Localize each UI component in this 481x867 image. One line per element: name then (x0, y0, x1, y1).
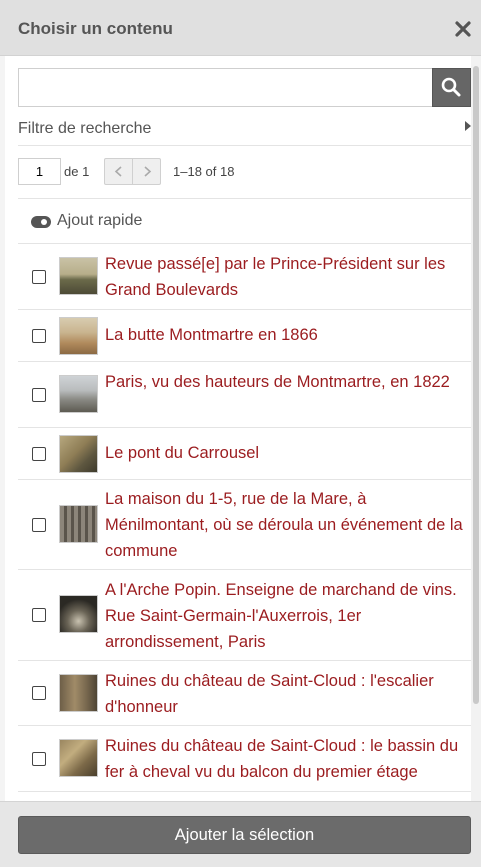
item-thumbnail (59, 257, 98, 295)
item-title-link[interactable]: Ruines du château de Saint-Cloud : le ba… (105, 733, 465, 785)
prev-page-button[interactable] (105, 159, 133, 184)
modal-title: Choisir un contenu (18, 19, 173, 38)
item-thumbnail (59, 317, 98, 355)
item-checkbox[interactable] (32, 270, 46, 284)
item-title-link[interactable]: Ruines du château de Saint-Cloud : l'esc… (105, 668, 465, 720)
search-icon (441, 77, 461, 97)
search-input[interactable] (18, 68, 433, 107)
item-checkbox[interactable] (32, 686, 46, 700)
item-thumbnail (59, 595, 98, 633)
filter-label: Filtre de recherche (18, 120, 152, 137)
search-button[interactable] (432, 68, 471, 107)
search-bar (18, 68, 471, 107)
item-thumbnail (59, 674, 98, 712)
page-nav (104, 158, 161, 185)
list-item: Le pont du Carrousel (18, 428, 471, 480)
content-panel: Filtre de recherche de 1 1–18 of 18 Ajou… (5, 56, 471, 801)
item-checkbox[interactable] (32, 447, 46, 461)
item-thumbnail (59, 375, 98, 413)
item-thumbnail (59, 739, 98, 777)
item-checkbox[interactable] (32, 329, 46, 343)
list-item: Ruines du château de Saint-Cloud : le ba… (18, 726, 471, 792)
quick-add-label: Ajout rapide (57, 212, 143, 229)
item-title-link[interactable]: Revue passé[e] par le Prince-Président s… (105, 251, 465, 303)
item-checkbox[interactable] (32, 388, 46, 402)
pagination: de 1 1–18 of 18 (18, 158, 471, 186)
close-icon[interactable] (454, 16, 472, 40)
modal-footer: Ajouter la sélection (0, 801, 481, 867)
page-count-label: de 1 (64, 164, 90, 179)
item-checkbox[interactable] (32, 752, 46, 766)
chevron-left-icon (114, 166, 122, 177)
item-title-link[interactable]: A l'Arche Popin. Enseigne de marchand de… (105, 577, 465, 655)
page-number-input[interactable] (18, 158, 61, 185)
item-checkbox[interactable] (32, 518, 46, 532)
result-range: 1–18 of 18 (173, 164, 235, 179)
list-item: La butte Montmartre en 1866 (18, 310, 471, 362)
scrollbar-thumb[interactable] (473, 66, 479, 704)
list-item: Revue passé[e] par le Prince-Président s… (18, 244, 471, 310)
add-selection-button[interactable]: Ajouter la sélection (18, 816, 471, 854)
item-thumbnail (59, 435, 98, 473)
list-item: A l'Arche Popin. Enseigne de marchand de… (18, 570, 471, 661)
search-filter-toggle[interactable]: Filtre de recherche (18, 114, 471, 146)
toggle-icon (31, 216, 51, 228)
next-page-button[interactable] (133, 159, 161, 184)
item-title-link[interactable]: La butte Montmartre en 1866 (105, 322, 465, 348)
modal-header: Choisir un contenu (0, 0, 481, 56)
item-title-link[interactable]: La maison du 1-5, rue de la Mare, à Méni… (105, 486, 465, 564)
item-checkbox[interactable] (32, 608, 46, 622)
list-item: Ruines du château de Saint-Cloud : l'esc… (18, 661, 471, 726)
list-item: Paris, vu des hauteurs de Montmartre, en… (18, 362, 471, 428)
scrollbar[interactable] (471, 56, 481, 801)
item-title-link[interactable]: Paris, vu des hauteurs de Montmartre, en… (105, 369, 465, 395)
item-title-link[interactable]: Le pont du Carrousel (105, 440, 465, 466)
list-item: La maison du 1-5, rue de la Mare, à Méni… (18, 480, 471, 570)
chevron-right-icon (144, 166, 152, 177)
item-thumbnail (59, 505, 98, 543)
quick-add-toggle[interactable]: Ajout rapide (18, 198, 471, 244)
